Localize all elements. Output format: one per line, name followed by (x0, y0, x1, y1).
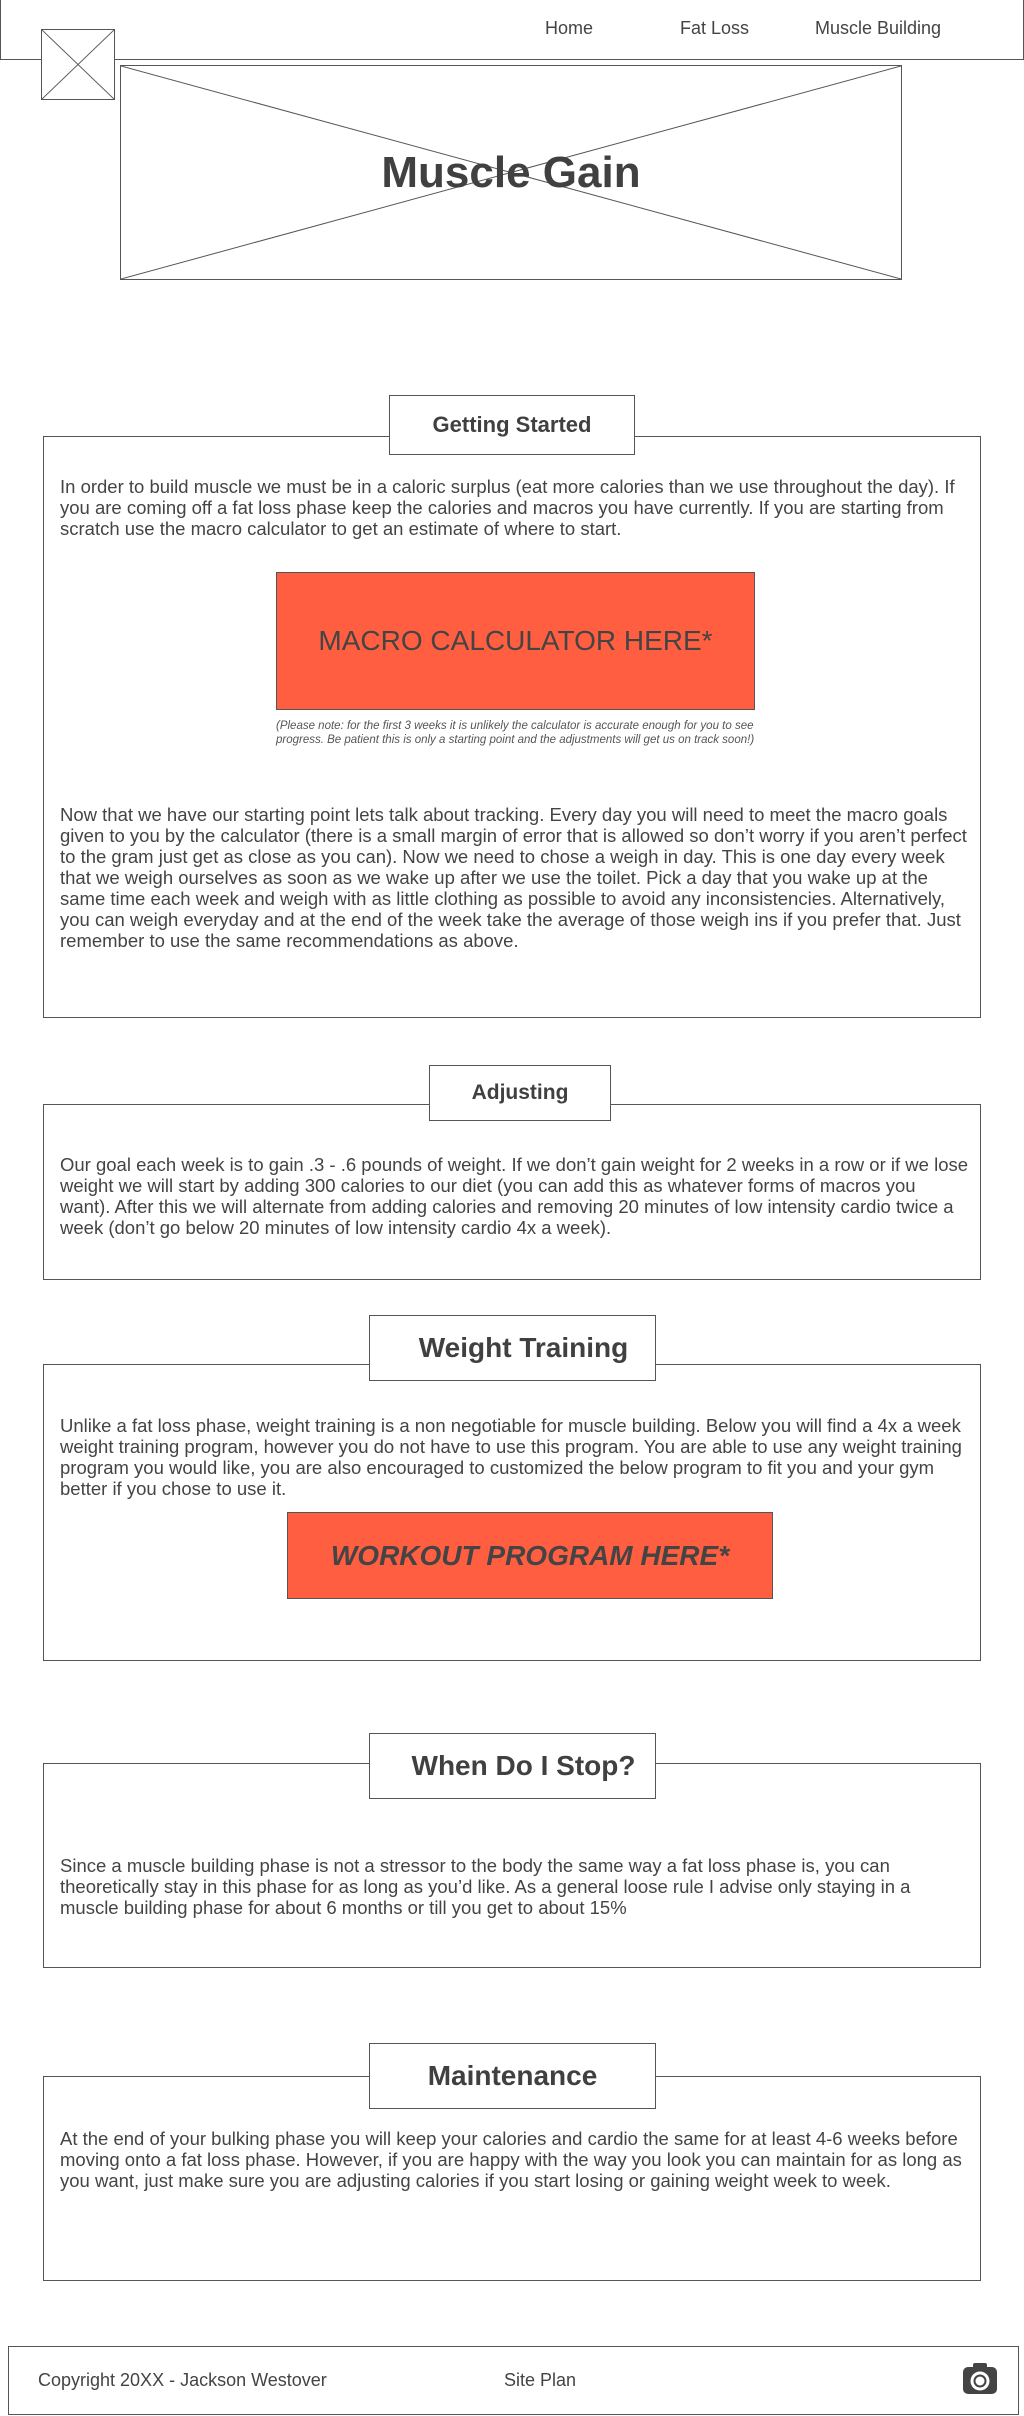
macro-calculator-label: MACRO CALCULATOR HERE* (318, 625, 713, 656)
tracking-paragraph: Now that we have our starting point lets… (60, 804, 967, 951)
maintenance-paragraph: At the end of your bulking phase you wil… (60, 2128, 962, 2191)
site-plan-link[interactable]: Site Plan (504, 2370, 576, 2391)
when-stop-paragraph: Since a muscle building phase is not a s… (60, 1855, 911, 1918)
getting-started-intro: In order to build muscle we must be in a… (60, 476, 955, 539)
when-stop-heading: When Do I Stop? (369, 1733, 656, 1799)
macro-calculator-button[interactable]: MACRO CALCULATOR HERE* (276, 572, 755, 710)
camera-icon[interactable] (962, 2361, 998, 2395)
page-title: Muscle Gain (381, 148, 641, 197)
adjusting-heading: Adjusting (429, 1065, 611, 1121)
weight-training-paragraph: Unlike a fat loss phase, weight training… (60, 1415, 962, 1499)
hero-banner: Muscle Gain (120, 65, 902, 280)
workout-program-button[interactable]: WORKOUT PROGRAM HERE* (287, 1512, 773, 1599)
weight-training-heading: Weight Training (369, 1315, 656, 1381)
nav-muscle-building[interactable]: Muscle Building (815, 18, 941, 39)
copyright-text: Copyright 20XX - Jackson Westover (38, 2370, 327, 2390)
workout-program-label: WORKOUT PROGRAM HERE* (330, 1539, 730, 1571)
getting-started-heading: Getting Started (389, 395, 635, 455)
calculator-note: (Please note: for the first 3 weeks it i… (276, 720, 755, 746)
image-placeholder-icon (42, 30, 114, 99)
nav-home[interactable]: Home (545, 18, 593, 39)
logo-placeholder[interactable] (41, 29, 115, 100)
adjusting-paragraph: Our goal each week is to gain .3 - .6 po… (60, 1154, 969, 1238)
nav-fat-loss[interactable]: Fat Loss (680, 18, 749, 39)
maintenance-heading: Maintenance (369, 2043, 656, 2109)
